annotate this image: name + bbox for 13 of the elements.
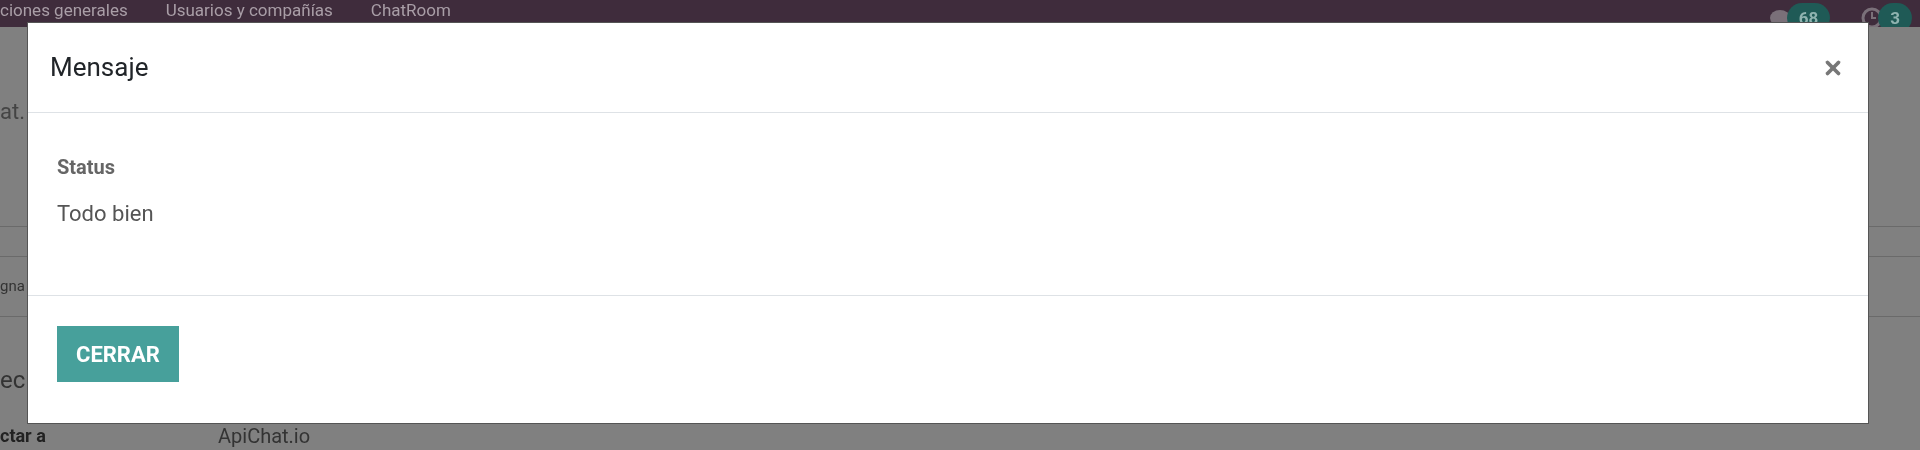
notification-badge: 3 [1878, 3, 1912, 27]
tab[interactable]: gna [0, 275, 25, 298]
field-label: Status [57, 155, 116, 179]
section-heading: ec [0, 365, 26, 395]
record-title: at. [0, 98, 25, 126]
field-value: ApiChat.io [218, 425, 311, 447]
menu-item[interactable]: ciones generales [0, 0, 128, 21]
close-button[interactable]: CERRAR [57, 326, 179, 382]
menu-item[interactable]: Usuarios y compañías [165, 0, 333, 21]
field-value: Todo bien [57, 201, 154, 227]
field-label: ctar a [0, 425, 47, 447]
menu-item[interactable]: ChatRoom [370, 0, 451, 21]
dialog-title: Mensaje [50, 51, 149, 84]
